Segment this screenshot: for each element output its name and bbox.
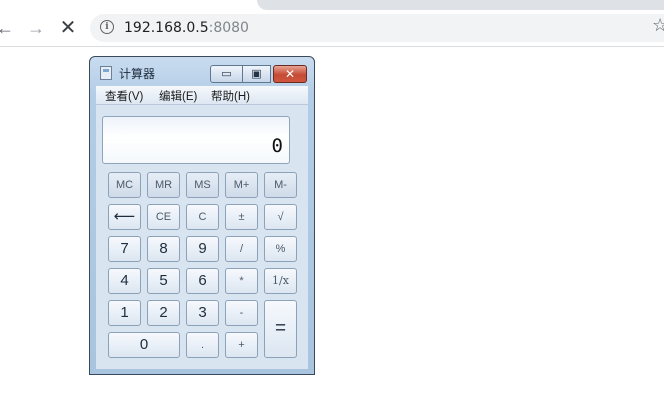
ms-button[interactable]: MS	[186, 172, 219, 198]
tab-strip	[0, 0, 664, 10]
menu-bar: 查看(V) 编辑(E) 帮助(H)	[96, 86, 308, 105]
tab-strip-background	[257, 0, 664, 10]
digit-8-button[interactable]: 8	[147, 236, 180, 262]
reciprocal-button[interactable]: 1/x	[264, 268, 297, 294]
m-plus-button[interactable]: M+	[225, 172, 258, 198]
digit-2-button[interactable]: 2	[147, 300, 180, 326]
sqrt-button[interactable]: √	[264, 204, 297, 230]
menu-help[interactable]: 帮助(H)	[211, 88, 250, 104]
subtract-button[interactable]: -	[225, 300, 258, 326]
mr-button[interactable]: MR	[147, 172, 180, 198]
url-host: 192.168.0.5	[124, 20, 209, 36]
percent-button[interactable]: %	[264, 236, 297, 262]
decimal-button[interactable]: .	[186, 332, 219, 358]
url-port: :8080	[208, 20, 249, 36]
backspace-button[interactable]: ⟵	[108, 204, 141, 230]
close-icon: ✕	[284, 67, 296, 81]
digit-0-button[interactable]: 0	[108, 332, 180, 358]
back-button[interactable]: ←	[0, 17, 16, 39]
sign-button[interactable]: ±	[225, 204, 258, 230]
digit-1-button[interactable]: 1	[108, 300, 141, 326]
display-value: 0	[271, 135, 283, 157]
digit-9-button[interactable]: 9	[186, 236, 219, 262]
digit-5-button[interactable]: 5	[147, 268, 180, 294]
minimize-icon: ▭	[221, 68, 232, 80]
digit-6-button[interactable]: 6	[186, 268, 219, 294]
maximize-button[interactable]: ▣	[242, 65, 271, 83]
title-bar[interactable]: 计算器 ▭ ▣ ✕	[90, 57, 314, 85]
stop-loading-button[interactable]: ✕	[57, 17, 79, 39]
digit-3-button[interactable]: 3	[186, 300, 219, 326]
mc-button[interactable]: MC	[108, 172, 141, 198]
url-text[interactable]: 192.168.0.5:8080	[124, 19, 249, 37]
calculator-app-icon	[100, 66, 112, 80]
c-button[interactable]: C	[186, 204, 219, 230]
calculator-window: 计算器 ▭ ▣ ✕ 查看(V) 编辑(E) 帮助(H) 0 MC MR MS M…	[89, 56, 315, 375]
maximize-icon: ▣	[251, 68, 262, 80]
digit-7-button[interactable]: 7	[108, 236, 141, 262]
add-button[interactable]: +	[225, 332, 258, 358]
result-display: 0	[102, 116, 290, 164]
close-button[interactable]: ✕	[273, 65, 307, 83]
minimize-button[interactable]: ▭	[210, 65, 243, 83]
bookmark-star-icon[interactable]: ☆	[652, 15, 664, 36]
menu-view[interactable]: 查看(V)	[105, 88, 143, 104]
multiply-button[interactable]: *	[225, 268, 258, 294]
divide-button[interactable]: /	[225, 236, 258, 262]
equals-button[interactable]: =	[264, 300, 297, 358]
menu-edit[interactable]: 编辑(E)	[159, 88, 197, 104]
m-minus-button[interactable]: M-	[264, 172, 297, 198]
window-title: 计算器	[119, 67, 156, 81]
ce-button[interactable]: CE	[147, 204, 180, 230]
digit-4-button[interactable]: 4	[108, 268, 141, 294]
address-bar[interactable]: i 192.168.0.5:8080	[90, 14, 664, 42]
site-info-icon[interactable]: i	[100, 20, 114, 34]
forward-button[interactable]: →	[25, 17, 47, 39]
